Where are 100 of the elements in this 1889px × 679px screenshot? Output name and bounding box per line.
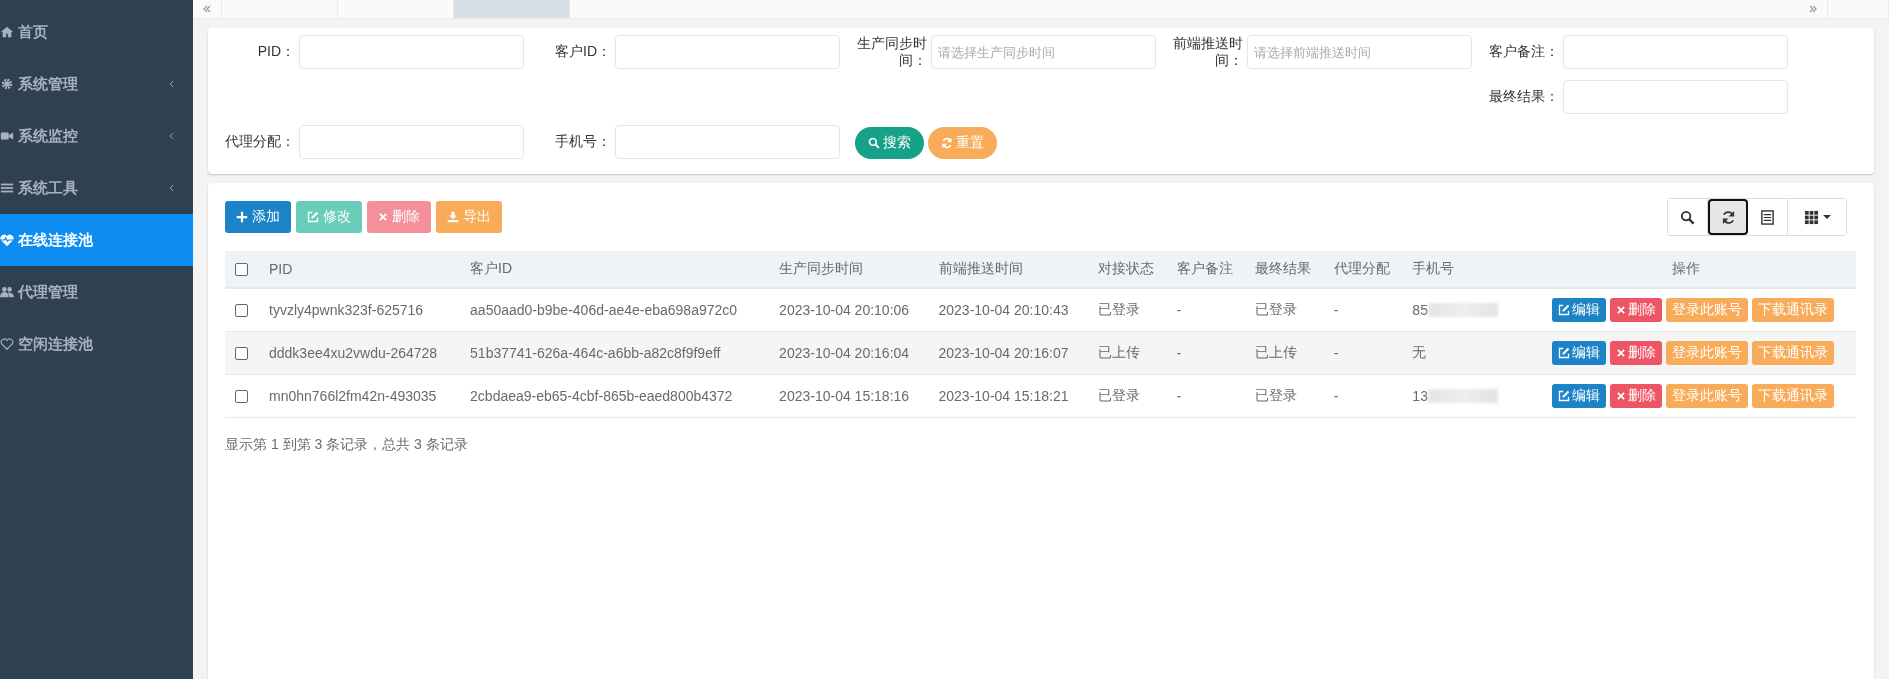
column-header: 前端推送时间	[938, 260, 1023, 276]
input-field[interactable]	[299, 35, 524, 69]
pagination-info: 显示第 1 到第 3 条记录，总共 3 条记录	[225, 436, 469, 454]
table-cell: 已上传	[1097, 344, 1140, 360]
heart-icon	[0, 337, 14, 351]
input-field[interactable]	[1563, 35, 1788, 69]
delete-button[interactable]: 删除	[1610, 298, 1662, 322]
column-header: 最终结果	[1255, 260, 1312, 276]
table-cell: 2023-10-04 20:10:43	[938, 302, 1069, 318]
delete-button[interactable]: 删除	[1610, 341, 1662, 365]
double-chevron-right-icon	[1808, 4, 1818, 14]
login-button[interactable]: 登录此账号	[1666, 384, 1748, 408]
table-cell: 已登录	[1255, 387, 1298, 403]
gear-icon	[0, 77, 14, 91]
table-cell: 2023-10-04 20:10:06	[779, 302, 910, 318]
sidebar-item[interactable]: 系统监控	[0, 110, 193, 162]
edit-icon	[307, 211, 319, 223]
table-cell: 2023-10-04 20:16:07	[938, 345, 1069, 361]
grid-icon	[1803, 209, 1819, 225]
sidebar-item[interactable]: 在线连接池	[0, 214, 193, 266]
sidebar-item[interactable]: 空闲连接池	[0, 318, 193, 370]
search-icon	[868, 136, 880, 149]
table-cell: 无	[1412, 344, 1427, 362]
sidebar-item[interactable]: 系统管理	[0, 58, 193, 110]
table-cell: aa50aad0-b9be-406d-ae4e-eba698a972c0	[470, 302, 738, 318]
table-cell: tyvzly4pwnk323f-625716	[269, 302, 424, 318]
table-cell: 已登录	[1255, 301, 1298, 317]
home-icon	[0, 25, 14, 39]
download-icon	[447, 211, 459, 223]
checkbox[interactable]	[235, 346, 248, 360]
input-field[interactable]	[299, 125, 524, 159]
checkbox[interactable]	[235, 389, 248, 403]
table-cell: 85	[1412, 302, 1428, 318]
table-cell: -	[1333, 302, 1339, 318]
checkbox[interactable]	[235, 262, 248, 276]
table-cell: -	[1333, 388, 1339, 404]
sidebar-item[interactable]: 代理管理	[0, 266, 193, 318]
column-header: 代理分配	[1333, 260, 1390, 276]
search-tool-button[interactable]	[1668, 199, 1708, 235]
refresh-icon	[941, 136, 953, 149]
field-label: 客户备注：	[1488, 42, 1559, 60]
refresh-tool-button[interactable]	[1708, 199, 1748, 235]
column-header: PID	[269, 261, 293, 277]
input-field[interactable]: 请选择前端推送时间	[1247, 35, 1472, 69]
tab[interactable]	[454, 0, 570, 18]
edit-button[interactable]: 编辑	[1552, 298, 1606, 322]
sidebar-item[interactable]: 系统工具	[0, 162, 193, 214]
table-cell: -	[1333, 345, 1339, 361]
field-label: PID：	[256, 42, 295, 60]
caret-icon	[1822, 215, 1831, 219]
column-header: 手机号	[1412, 260, 1455, 276]
table-cell: 已登录	[1097, 301, 1140, 317]
close-icon	[378, 212, 388, 222]
field-label: 最终结果：	[1488, 87, 1559, 105]
sidebar-item[interactable]: 首页	[0, 6, 193, 58]
login-button[interactable]: 登录此账号	[1666, 298, 1748, 322]
menu-icon	[0, 181, 14, 195]
table-cell: 2cbdaea9-eb65-4cbf-865b-eaed800b4372	[470, 388, 733, 404]
close-icon	[1616, 305, 1626, 315]
double-chevron-left-icon	[202, 4, 212, 14]
field-label: 手机号：	[554, 132, 611, 150]
edit-button[interactable]: 编辑	[1552, 384, 1606, 408]
download-button[interactable]: 下载通讯录	[1752, 341, 1834, 365]
delete-button[interactable]: 删除	[1610, 384, 1662, 408]
table-cell: 51b37741-626a-464c-a6bb-a82c8f9f9eff	[470, 345, 721, 361]
input-field[interactable]: 请选择生产同步时间	[931, 35, 1156, 69]
export-button[interactable]: 导出	[436, 201, 502, 233]
column-header: 客户ID	[470, 260, 513, 276]
search-icon	[1680, 209, 1695, 225]
download-button[interactable]: 下载通讯录	[1752, 298, 1834, 322]
edit-button[interactable]: 编辑	[1552, 341, 1606, 365]
input-field[interactable]	[1563, 80, 1788, 114]
input-field[interactable]	[615, 35, 840, 69]
edit-icon	[1558, 390, 1570, 402]
field-label: 前端推送时间：	[1172, 35, 1243, 69]
close-icon	[1616, 348, 1626, 358]
add-button[interactable]: 添加	[225, 201, 291, 233]
download-button[interactable]: 下载通讯录	[1752, 384, 1834, 408]
input-field[interactable]	[615, 125, 840, 159]
table-cell: -	[1176, 388, 1182, 404]
checkbox[interactable]	[235, 303, 248, 317]
table-cell: dddk3ee4xu2vwdu-264728	[269, 345, 438, 361]
column-header: 对接状态	[1097, 260, 1154, 276]
column-header: 客户备注	[1176, 260, 1233, 276]
heartbeat-icon	[0, 233, 14, 247]
table-cell: 2023-10-04 15:18:16	[779, 388, 910, 404]
table-cell: 13	[1412, 388, 1428, 404]
edit-icon	[1558, 304, 1570, 316]
users-icon	[0, 285, 14, 299]
field-label: 客户ID：	[554, 42, 611, 60]
table-cell: mn0hn766l2fm42n-493035	[269, 388, 437, 404]
table-cell: -	[1176, 345, 1182, 361]
reset-button[interactable]: 重置	[928, 126, 997, 159]
field-label: 代理分配：	[224, 132, 295, 150]
search-button[interactable]: 搜索	[855, 126, 924, 159]
plus-icon	[236, 211, 248, 223]
table-cell: 已上传	[1255, 344, 1298, 360]
table-cell: 2023-10-04 15:18:21	[938, 388, 1069, 404]
column-header: 操作	[1671, 260, 1700, 276]
login-button[interactable]: 登录此账号	[1666, 341, 1748, 365]
